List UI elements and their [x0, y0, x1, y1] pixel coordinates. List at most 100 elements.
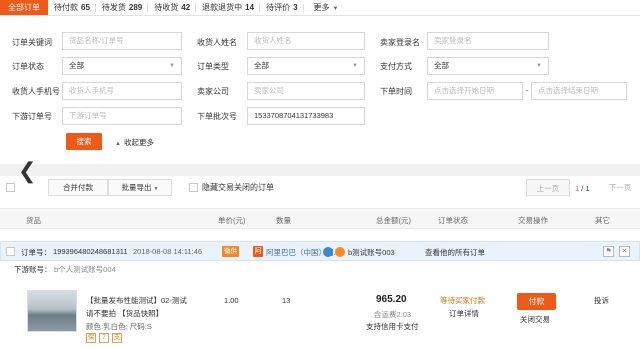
receiver-name-label: 收货人姓名 [197, 38, 237, 47]
tab-count: 3 [293, 3, 298, 12]
back-arrow-icon[interactable]: ❮ [18, 160, 36, 182]
credit-card-support: 支持信用卡支付 [366, 322, 419, 331]
pay-button[interactable]: 付款 [517, 293, 556, 310]
collapse-more-link[interactable]: ▲ 收起更多 [115, 137, 154, 148]
buyer-account: b测试账号003 [348, 248, 395, 257]
order-status-value: 全部 [69, 61, 84, 70]
tab-count: 289 [128, 3, 143, 12]
close-trade-link[interactable]: 关闭交易 [520, 314, 550, 325]
pay-method-value: 全部 [434, 61, 449, 70]
weigong-badge: 微供 [222, 246, 239, 257]
chevron-down-icon: ▼ [332, 6, 339, 12]
chevron-up-icon: ▲ [115, 141, 121, 147]
seller-login-input[interactable]: 卖家登录名 [427, 32, 549, 50]
pay-method-label: 支付方式 [380, 62, 412, 71]
order-status-text: 等待买家付款 [440, 296, 485, 305]
next-page-button[interactable]: 下一页 [603, 179, 637, 196]
collapse-label: 收起更多 [123, 138, 154, 147]
page-total: 1 [585, 184, 590, 193]
receiver-phone-label: 收货人手机号 [12, 87, 60, 96]
tab-label: 待发货 [101, 3, 126, 12]
tab-count: 65 [81, 3, 90, 12]
order-type-value: 全部 [254, 61, 269, 70]
batch-export-button[interactable]: 批量导出 ▼ [108, 179, 172, 196]
receiver-name-input[interactable]: 收货人姓名 [247, 32, 365, 50]
product-thumbnail[interactable] [27, 290, 77, 332]
tab-all-orders[interactable]: 全部订单 [0, 0, 48, 15]
search-button[interactable]: 搜索 [66, 133, 102, 150]
col-price: 单价(元) [218, 216, 246, 225]
view-all-orders-link[interactable]: 查看他的所有订单 [425, 247, 485, 258]
tab-pending-receipt[interactable]: 待收货 42 [148, 0, 197, 15]
tab-label: 待评价 [266, 3, 291, 12]
order-status-select[interactable]: 全部 ▼ [62, 57, 182, 75]
order-detail-link[interactable]: 订单详情 [449, 308, 479, 319]
select-all-checkbox[interactable] [6, 183, 15, 192]
unit-price: 1.00 [224, 296, 239, 305]
order-type-select[interactable]: 全部 ▼ [247, 57, 365, 75]
complaint-link[interactable]: 投诉 [594, 295, 609, 306]
quantity: 13 [282, 296, 291, 305]
chevron-down-icon: ▼ [536, 63, 542, 69]
receiver-phone-input[interactable]: 收货人手机号 [62, 82, 182, 100]
tab-pending-payment[interactable]: 待付款 65 [48, 0, 96, 15]
tab-pending-review[interactable]: 待评价 3 [260, 0, 304, 15]
seven-day-return-icon: 7 [99, 333, 109, 343]
col-status: 订单状态 [438, 216, 468, 225]
batch-no-label: 下单批次号 [197, 112, 237, 121]
ali-badge: 阿 [253, 246, 263, 257]
seller-company-input[interactable]: 卖家公司 [247, 82, 365, 100]
end-date-input[interactable]: 点击选择结束日期 [531, 82, 627, 100]
batch-export-label: 批量导出 [121, 183, 152, 192]
downstream-account-label: 下游账号： [14, 265, 52, 274]
tab-refund[interactable]: 退款退货中 14 [196, 0, 260, 15]
message-icon[interactable] [335, 247, 345, 257]
order-keyword-input[interactable]: 货品名称/订单号 [62, 32, 182, 50]
chevron-down-icon: ▼ [153, 186, 159, 192]
tab-label: 待付款 [54, 3, 78, 12]
pay-method-select[interactable]: 全部 ▼ [427, 57, 549, 75]
tab-more[interactable]: 更多 ▼ [304, 0, 345, 15]
tab-label: 待收货 [154, 3, 179, 12]
prev-page-button[interactable]: 上一页 [526, 179, 570, 196]
total-amount: 965.20 [376, 294, 407, 305]
flag-icon[interactable]: ⚑ [603, 246, 614, 257]
product-title-line2[interactable]: 请不要拍 【货品快照】 [86, 308, 163, 319]
downstream-order-input[interactable]: 下游订单号 [62, 107, 182, 125]
delete-icon[interactable]: ✕ [619, 246, 630, 257]
chat-icon[interactable] [323, 247, 333, 257]
page-sep: / [581, 184, 584, 193]
order-status-label: 订单状态 [12, 62, 44, 71]
col-qty: 数量 [276, 216, 291, 225]
guarantee-icon: 保 [86, 333, 96, 343]
merge-pay-button[interactable]: 合并付款 [48, 179, 108, 196]
date-separator: - [526, 86, 529, 95]
tab-label: 退款退货中 [202, 3, 243, 12]
page-indicator: 1 / 1 [575, 184, 590, 193]
order-status-tabs: 全部订单 待付款 65 待发货 289 待收货 42 退款退货中 14 待评价 3 更多 ▼ [0, 0, 640, 16]
order-time-label: 下单时间 [380, 87, 412, 96]
order-type-label: 订单类型 [197, 62, 229, 71]
downstream-order-label: 下游订单号 [12, 112, 52, 121]
chevron-down-icon: ▼ [352, 63, 358, 69]
order-number: 1993964802486813​11 [53, 247, 128, 256]
col-other: 其它 [595, 216, 610, 225]
seller-login-label: 卖家登录名 [380, 38, 420, 47]
table-header: 货品 单价(元) 数量 总金额(元) 订单状态 交易操作 其它 [0, 208, 640, 229]
order-time: 2018-08-08 14:11:46 [133, 247, 203, 256]
product-title-line1[interactable]: 【批量发布性能测试】02-测试 [86, 295, 187, 306]
order-checkbox[interactable] [6, 247, 15, 256]
order-no-label: 订单号： [21, 248, 51, 257]
hide-closed-checkbox[interactable] [189, 183, 198, 192]
product-spec: 颜色:乳白色; 尺码:S [86, 322, 152, 331]
tab-label: 全部订单 [8, 3, 40, 12]
batch-no-input[interactable]: 1533708704131733983 [247, 107, 365, 125]
col-actions: 交易操作 [518, 216, 548, 225]
tab-pending-shipment[interactable]: 待发货 289 [96, 0, 149, 15]
seller-company-label: 卖家公司 [197, 87, 229, 96]
shipping-fee: 含运费2.03 [374, 310, 412, 319]
order-header-row: 订单号： 1993964802486813​11 2018-08-08 14:1… [0, 241, 640, 261]
section-divider [0, 164, 640, 176]
chevron-down-icon: ▼ [169, 63, 175, 69]
start-date-input[interactable]: 点击选择开始日期 [427, 82, 523, 100]
